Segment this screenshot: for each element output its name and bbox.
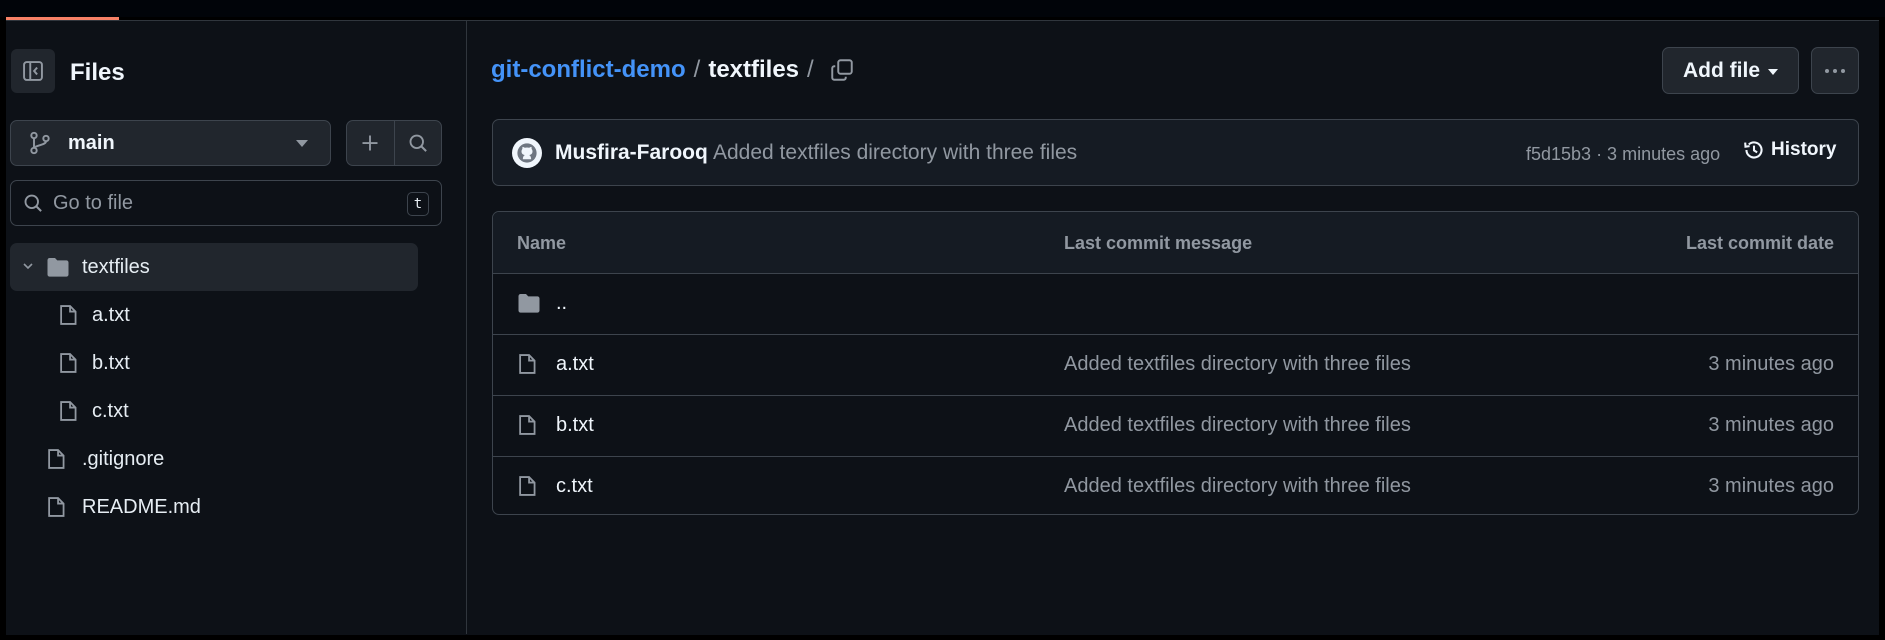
column-header-date: Last commit date [1685, 233, 1834, 253]
more-options-button[interactable] [1811, 47, 1859, 94]
file-icon [519, 354, 536, 374]
file-icon [519, 415, 536, 435]
folder-icon [47, 258, 69, 277]
copy-path-button[interactable] [826, 54, 858, 86]
parent-directory-row[interactable]: .. [493, 274, 1858, 335]
history-icon [1744, 141, 1763, 159]
directory-listing-table: Name Last commit message Last commit dat… [492, 211, 1859, 515]
file-tree: textfiles a.txt b.txt c.txt .gitignore R… [10, 243, 422, 531]
loading-progress-bar [6, 17, 119, 20]
file-name-link[interactable]: c.txt [556, 475, 593, 498]
file-icon [519, 476, 536, 496]
branch-selector-button[interactable]: main [10, 120, 331, 166]
table-row: a.txt Added textfiles directory with thr… [493, 335, 1858, 396]
sidebar-collapse-icon [23, 61, 43, 81]
tree-item-label: .gitignore [82, 447, 165, 470]
search-icon [24, 194, 42, 212]
breadcrumb-trailing-separator: / [807, 56, 814, 83]
file-icon [60, 305, 77, 325]
column-header-name: Name [517, 233, 567, 253]
git-branch-icon [30, 131, 50, 155]
commit-message-link[interactable]: Added textfiles directory with three fil… [1064, 475, 1411, 498]
commit-message-link[interactable]: Added textfiles directory with three fil… [1064, 414, 1411, 437]
history-label: History [1771, 139, 1837, 160]
tree-item-label: c.txt [92, 399, 129, 422]
folder-icon [518, 294, 540, 313]
file-icon [48, 497, 65, 517]
search-code-button[interactable] [393, 121, 442, 165]
parent-directory-link[interactable]: .. [556, 292, 567, 315]
commit-date: 3 minutes ago [1708, 475, 1834, 497]
avatar[interactable] [512, 138, 542, 168]
breadcrumb-current-dir: textfiles [708, 56, 800, 83]
file-icon [60, 353, 77, 373]
commit-date: 3 minutes ago [1708, 353, 1834, 375]
chevron-down-icon [1768, 68, 1778, 75]
github-mark-icon [517, 143, 537, 163]
tree-item-label: README.md [82, 495, 201, 518]
go-to-file-input[interactable]: Go to file t [10, 180, 442, 226]
table-header: Name Last commit message Last commit dat… [493, 212, 1858, 274]
tree-item-a-txt[interactable]: a.txt [10, 291, 422, 339]
commit-message-link[interactable]: Added textfiles directory with three fil… [713, 141, 1077, 165]
file-name-link[interactable]: a.txt [556, 353, 594, 376]
tree-item-textfiles[interactable]: textfiles [10, 243, 418, 291]
file-tree-sidebar: Files main Go to file t textfiles a.txt … [6, 21, 467, 634]
window-top-strip [0, 0, 1885, 17]
history-button[interactable]: History [1743, 139, 1836, 161]
breadcrumb: git-conflict-demo / textfiles / [491, 56, 822, 84]
commit-sha-and-time[interactable]: f5d15b3 · 3 minutes ago [1526, 144, 1720, 165]
tree-item-gitignore[interactable]: .gitignore [10, 435, 422, 483]
file-icon [48, 449, 65, 469]
search-icon [409, 134, 427, 152]
copy-icon [831, 59, 853, 81]
tree-item-label: a.txt [92, 303, 130, 326]
file-name-link[interactable]: b.txt [556, 414, 594, 437]
sidebar-title: Files [70, 59, 125, 86]
add-file-button[interactable] [347, 121, 394, 165]
chevron-down-icon [23, 263, 33, 270]
branch-name: main [68, 131, 115, 154]
keyboard-shortcut-hint: t [407, 192, 429, 216]
table-row: b.txt Added textfiles directory with thr… [493, 396, 1858, 457]
file-icon [60, 401, 77, 421]
add-file-dropdown-button[interactable]: Add file [1662, 47, 1799, 94]
commit-author-link[interactable]: Musfira-Farooq [555, 141, 708, 165]
commit-message-link[interactable]: Added textfiles directory with three fil… [1064, 353, 1411, 376]
commit-date: 3 minutes ago [1708, 414, 1834, 436]
chevron-down-icon [296, 140, 308, 147]
plus-icon [362, 135, 378, 151]
tree-item-c-txt[interactable]: c.txt [10, 387, 422, 435]
tree-item-b-txt[interactable]: b.txt [10, 339, 422, 387]
column-header-message: Last commit message [1064, 233, 1253, 253]
add-file-label: Add file [1683, 58, 1760, 82]
tree-item-label: textfiles [82, 255, 150, 278]
collapse-sidebar-button[interactable] [11, 49, 55, 93]
latest-commit-bar: Musfira-Farooq Added textfiles directory… [492, 119, 1859, 186]
kebab-horizontal-icon [1825, 68, 1845, 73]
breadcrumb-separator: / [693, 56, 701, 83]
tree-action-group [346, 120, 442, 166]
breadcrumb-repo-link[interactable]: git-conflict-demo [491, 56, 686, 84]
table-row: c.txt Added textfiles directory with thr… [493, 457, 1858, 514]
tree-item-label: b.txt [92, 351, 130, 374]
tree-item-readme[interactable]: README.md [10, 483, 422, 531]
go-to-file-placeholder: Go to file [53, 191, 134, 214]
